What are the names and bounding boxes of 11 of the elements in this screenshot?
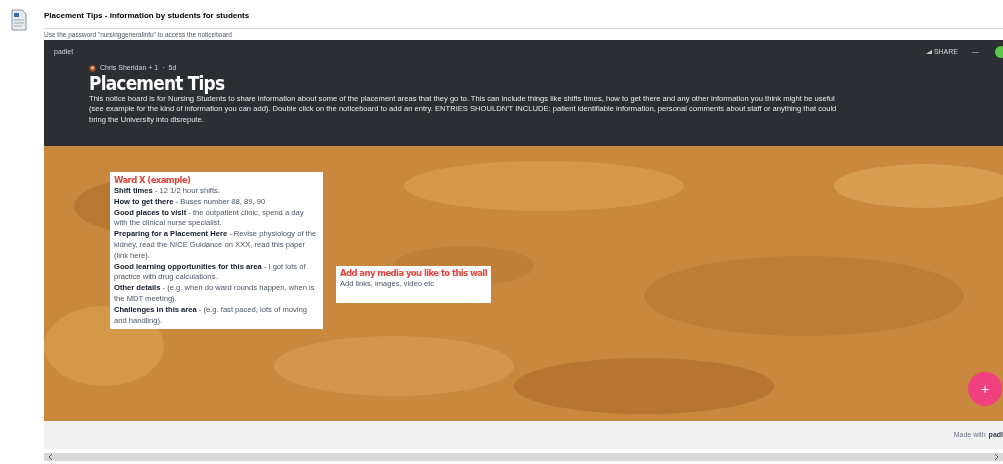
post-title: Ward X (example) xyxy=(114,175,192,186)
post-title: Add any media you like to this wall xyxy=(340,268,487,279)
avatar-icon xyxy=(89,64,96,72)
post-card[interactable] xyxy=(110,172,323,330)
board-title: Placement Tips xyxy=(89,72,225,93)
horizontal-scrollbar[interactable] xyxy=(44,453,1003,461)
scroll-right-icon[interactable] xyxy=(994,454,999,460)
scroll-left-icon[interactable] xyxy=(48,454,53,460)
page-title[interactable]: Placement Tips - information by students for students xyxy=(44,10,1003,28)
avatar-icon[interactable] xyxy=(993,46,1003,58)
document-icon xyxy=(11,9,27,31)
